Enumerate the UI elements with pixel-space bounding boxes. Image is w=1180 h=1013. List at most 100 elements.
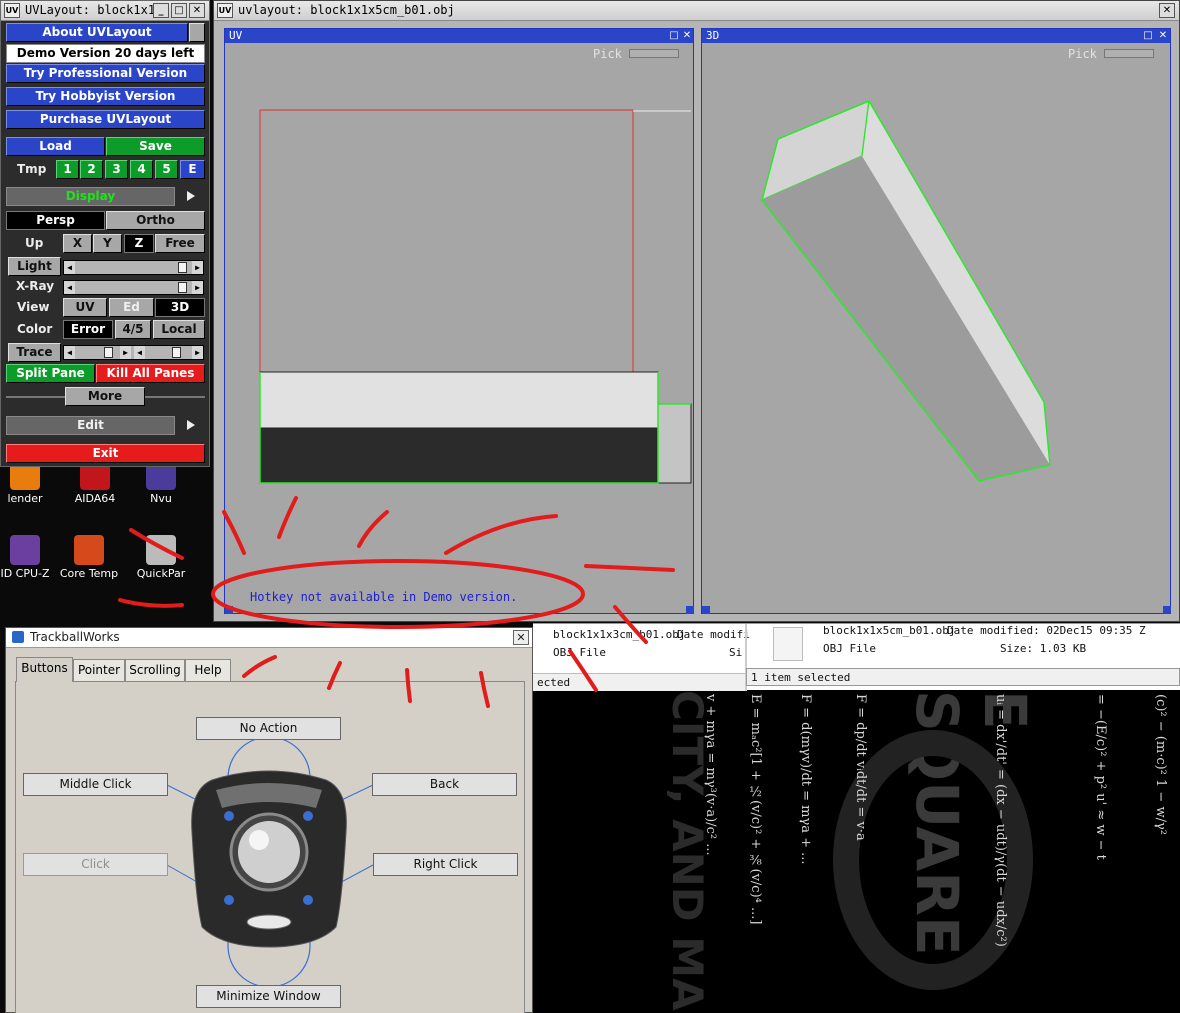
color-error-button[interactable]: Error: [63, 320, 113, 339]
arrow-right-icon[interactable]: ▶: [120, 346, 131, 359]
panel-scroll-handle[interactable]: [189, 23, 205, 42]
kill-all-panes-button[interactable]: Kill All Panes: [96, 364, 205, 383]
xray-slider[interactable]: ◀ ▶: [63, 280, 204, 295]
hotkey-message: Hotkey not available in Demo version.: [250, 590, 518, 604]
view-3d-button[interactable]: 3D: [155, 298, 205, 317]
file-name[interactable]: block1x1x3cm_b01.obj: [553, 628, 685, 641]
tab-scrolling[interactable]: Scrolling: [125, 659, 185, 681]
trace-slider[interactable]: ◀ ▶ ◀ ▶: [63, 345, 204, 360]
desktop-icon-label: QuickPar: [136, 567, 186, 580]
wallpaper-equation: F = d(mγv)/dt = mγa + ...: [798, 694, 813, 865]
ball-highlight: [249, 830, 269, 850]
about-button[interactable]: About UVLayout: [6, 23, 188, 42]
exit-button[interactable]: Exit: [6, 444, 205, 463]
tmp-slot-5[interactable]: 5: [155, 160, 178, 179]
tmp-slot-4[interactable]: 4: [130, 160, 153, 179]
3d-pane[interactable]: 3D □ ✕ Pick: [701, 28, 1171, 614]
pane-corner-handle[interactable]: [702, 606, 710, 614]
trackball-titlebar[interactable]: TrackballWorks ✕: [6, 628, 532, 648]
view-uv-button[interactable]: UV: [63, 298, 107, 317]
upper-right-button-mapping[interactable]: Back: [372, 773, 517, 796]
axis-y-button[interactable]: Y: [93, 234, 122, 253]
arrow-left-icon[interactable]: ◀: [64, 261, 75, 274]
arrow-right-icon[interactable]: ▶: [192, 281, 203, 294]
pane-corner-handle[interactable]: [686, 606, 694, 614]
slider-thumb[interactable]: [104, 347, 113, 358]
file-type: OBJ File: [823, 642, 876, 655]
close-icon[interactable]: ✕: [513, 630, 529, 645]
status-bar: 1 item selected: [746, 668, 1180, 686]
more-button[interactable]: More: [65, 387, 145, 406]
edit-menu-button[interactable]: Edit: [6, 416, 175, 435]
uv-pane[interactable]: UV □ ✕ Pick Hotkey not available in Demo…: [224, 28, 694, 614]
purchase-button[interactable]: Purchase UVLayout: [6, 110, 205, 129]
slider-thumb[interactable]: [172, 347, 181, 358]
save-button[interactable]: Save: [106, 137, 205, 156]
tab-help[interactable]: Help: [185, 659, 231, 681]
uvlayout-panel: UV UVLayout: block1x1x... _ □ ✕ About UV…: [0, 0, 210, 467]
uv-canvas[interactable]: [225, 29, 695, 615]
top-button-mapping[interactable]: No Action: [196, 717, 341, 740]
panel-titlebar[interactable]: UV UVLayout: block1x1x... _ □ ✕: [1, 1, 209, 21]
arrow-left-icon[interactable]: ◀: [64, 346, 75, 359]
arrow-left-icon[interactable]: ◀: [134, 346, 145, 359]
axis-free-button[interactable]: Free: [155, 234, 205, 253]
expand-arrow-icon[interactable]: [187, 420, 195, 430]
load-button[interactable]: Load: [6, 137, 105, 156]
tab-buttons[interactable]: Buttons: [16, 657, 73, 682]
ortho-button[interactable]: Ortho: [106, 211, 205, 230]
color-45-button[interactable]: 4/5: [115, 320, 151, 339]
tmp-slot-3[interactable]: 3: [105, 160, 128, 179]
wallpaper-equation: E = mₐc²[1 + ½(v/c)² + ⅜(v/c)⁴ ...]: [748, 694, 763, 925]
close-icon[interactable]: ✕: [189, 3, 205, 18]
close-icon[interactable]: ✕: [1159, 3, 1175, 18]
arrow-left-icon[interactable]: ◀: [64, 281, 75, 294]
pane-corner-handle[interactable]: [225, 606, 233, 614]
minimize-icon[interactable]: _: [153, 3, 169, 18]
desktop-icon[interactable]: ID CPU-Z: [0, 535, 60, 580]
light-slider[interactable]: ◀ ▶: [63, 260, 204, 275]
arrow-right-icon[interactable]: ▶: [192, 346, 203, 359]
file-date: Date modified: 02Dec15 09:35 Z: [947, 624, 1146, 637]
try-hobbyist-button[interactable]: Try Hobbyist Version: [6, 87, 205, 106]
trackballworks-window: TrackballWorks ✕ Buttons Pointer Scrolli…: [5, 627, 533, 1013]
maximize-icon[interactable]: □: [171, 3, 187, 18]
tab-pointer[interactable]: Pointer: [73, 659, 125, 681]
light-button[interactable]: Light: [8, 257, 61, 276]
view-ed-button[interactable]: Ed: [109, 298, 154, 317]
bottom-button-mapping[interactable]: Minimize Window: [196, 985, 341, 1008]
slider-thumb[interactable]: [178, 262, 187, 273]
try-pro-button[interactable]: Try Professional Version: [6, 64, 205, 83]
core-temp-icon: [74, 535, 104, 565]
desktop-icon[interactable]: Core Temp: [54, 535, 124, 580]
trace-button[interactable]: Trace: [8, 343, 61, 362]
desktop-icon[interactable]: QuickPar: [126, 535, 196, 580]
tmp-slot-1[interactable]: 1: [56, 160, 79, 179]
pane-corner-handle[interactable]: [1163, 606, 1171, 614]
wallpaper-equation: F = dp/dt vᵢdt/dt = v·a: [853, 694, 868, 841]
demo-status: Demo Version 20 days left: [6, 44, 205, 63]
3d-canvas[interactable]: [702, 29, 1172, 615]
viewport-titlebar[interactable]: UV uvlayout: block1x1x5cm_b01.obj ✕: [214, 1, 1179, 21]
expand-arrow-icon[interactable]: [187, 191, 195, 201]
tmp-slot-2[interactable]: 2: [80, 160, 103, 179]
color-local-button[interactable]: Local: [153, 320, 205, 339]
upper-left-button-mapping[interactable]: Middle Click: [23, 773, 168, 796]
arrow-right-icon[interactable]: ▶: [192, 261, 203, 274]
display-menu-button[interactable]: Display: [6, 187, 175, 206]
file-name[interactable]: block1x1x5cm_b01.obj: [823, 624, 955, 637]
uv-shell-dark: [259, 427, 659, 484]
lower-left-button-mapping[interactable]: Click: [23, 853, 168, 876]
persp-button[interactable]: Persp: [6, 211, 105, 230]
color-label: Color: [17, 322, 53, 336]
file-icon[interactable]: [773, 627, 803, 661]
lower-right-button-mapping[interactable]: Right Click: [373, 853, 518, 876]
tmp-slot-e[interactable]: E: [180, 160, 205, 179]
button-marker: [303, 811, 313, 821]
axis-x-button[interactable]: X: [63, 234, 92, 253]
slider-thumb[interactable]: [178, 282, 187, 293]
button-marker: [224, 811, 234, 821]
split-pane-button[interactable]: Split Pane: [6, 364, 95, 383]
desktop-icon-label: ID CPU-Z: [0, 567, 50, 580]
axis-z-button[interactable]: Z: [124, 234, 154, 253]
